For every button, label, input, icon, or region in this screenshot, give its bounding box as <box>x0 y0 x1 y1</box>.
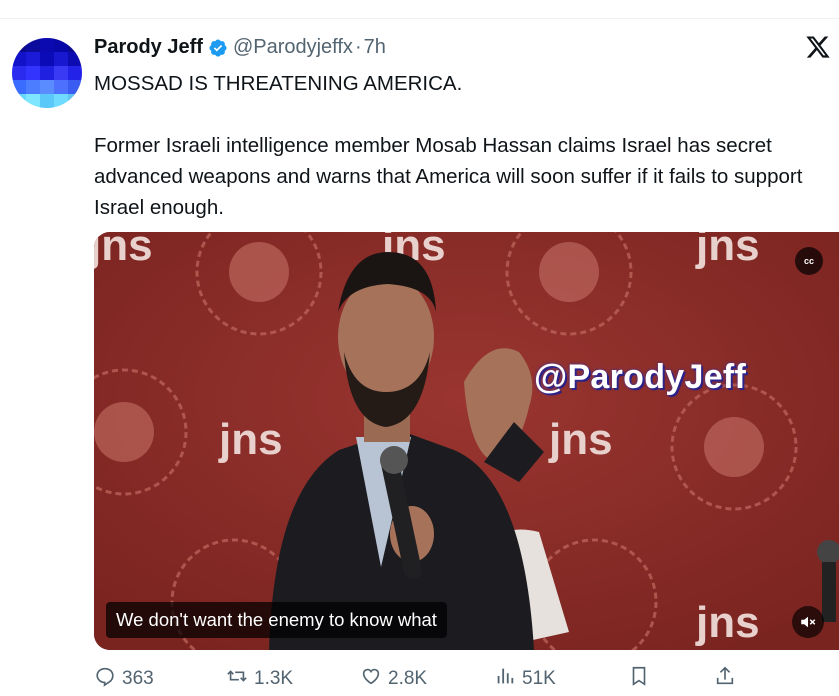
action-bar: 363 1.3K 2.8K 51K <box>94 664 839 694</box>
video-player[interactable]: jns jns jns jns jns jns <box>94 232 839 650</box>
closed-captions-icon[interactable]: cc <box>795 247 823 275</box>
reply-button[interactable]: 363 <box>94 664 154 694</box>
tweet-body: Former Israeli intelligence member Mosab… <box>94 134 803 219</box>
tweet-header: Parody Jeff @Parodyjeffx · 7h <box>94 36 386 59</box>
verified-badge-icon <box>208 38 228 58</box>
author-handle[interactable]: @Parodyjeffx <box>233 36 353 59</box>
bookmark-icon <box>628 665 656 693</box>
repost-icon <box>226 665 254 693</box>
share-icon <box>714 665 742 693</box>
tweet-headline: MOSSAD IS THREATENING AMERICA. <box>94 72 463 95</box>
video-frame: jns jns jns jns jns jns <box>94 232 839 650</box>
meta-separator: · <box>354 36 362 58</box>
video-caption: We don't want the enemy to know what <box>106 602 447 638</box>
closed-captions-label: cc <box>803 256 814 266</box>
reply-icon <box>94 665 122 693</box>
reply-count: 363 <box>122 668 154 689</box>
mute-icon[interactable] <box>792 606 824 638</box>
views-icon <box>494 665 522 693</box>
like-count: 2.8K <box>388 668 428 689</box>
tweet-time[interactable]: 7h <box>364 36 386 59</box>
backdrop-logo: jns <box>695 232 760 270</box>
bookmark-button[interactable] <box>628 664 656 694</box>
backdrop-logo: jns <box>548 415 613 464</box>
avatar[interactable] <box>12 38 82 108</box>
author-name[interactable]: Parody Jeff <box>94 36 203 59</box>
video-watermark: @ParodyJeff <box>534 358 747 396</box>
repost-button[interactable]: 1.3K <box>226 664 293 694</box>
backdrop-logo: jns <box>695 598 760 647</box>
divider <box>0 18 839 19</box>
share-button[interactable] <box>714 664 742 694</box>
repost-count: 1.3K <box>254 668 294 689</box>
like-button[interactable]: 2.8K <box>360 664 427 694</box>
backdrop-logo: jns <box>218 415 283 464</box>
x-logo-icon[interactable] <box>805 34 831 60</box>
views-button[interactable]: 51K <box>494 664 556 694</box>
views-count: 51K <box>522 668 556 689</box>
like-icon <box>360 665 388 693</box>
backdrop-logo: jns <box>94 232 153 270</box>
